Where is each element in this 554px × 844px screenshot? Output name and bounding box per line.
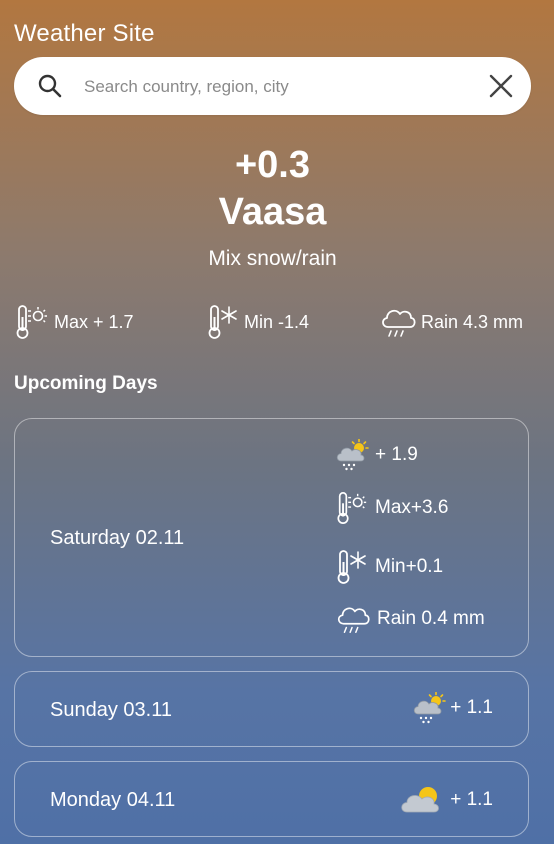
search-icon: [38, 74, 62, 98]
snow-sun-cloud-icon: [336, 439, 369, 471]
rain-cloud-icon: [337, 607, 370, 634]
max-temp-stat: Max + 1.7: [14, 302, 134, 342]
day-min-value: Min+0.1: [375, 556, 444, 577]
app-root: Weather Site +0.3 Vaasa Mix snow/rain: [14, 0, 531, 844]
day-max: Max+3.6: [335, 489, 448, 527]
upcoming-days-title: Upcoming Days: [14, 373, 158, 394]
rain-stat: Rain 4.3 mm: [379, 302, 523, 342]
weather-description: Mix snow/rain: [208, 247, 337, 270]
day-rain: Rain 0.4 mm: [335, 600, 485, 638]
current-weather: +0.3 Vaasa Mix snow/rain: [14, 142, 531, 272]
search-bar[interactable]: [14, 57, 531, 115]
thermometer-snow-icon: [337, 550, 366, 584]
day-min: Min+0.1: [335, 548, 443, 586]
current-stats: Max + 1.7 Min -1.4 Rain 4.3 mm: [14, 302, 531, 342]
current-temperature: +0.3: [234, 144, 311, 186]
close-icon[interactable]: [489, 74, 513, 98]
day-max-value: Max+3.6: [375, 497, 449, 518]
thermometer-snow-icon: [208, 305, 237, 339]
min-temp-stat: Min -1.4: [206, 302, 309, 342]
day-card-monday[interactable]: Monday 04.11 + 1.1: [14, 761, 529, 837]
day-summary: + 1.1: [412, 692, 493, 724]
day-card-sunday[interactable]: Sunday 03.11 + 1.1: [14, 671, 529, 747]
day-label: Saturday 02.11: [50, 527, 185, 549]
max-temp-label: Max + 1.7: [54, 311, 134, 332]
search-input[interactable]: [82, 69, 476, 105]
day-temp-value: + 1.9: [375, 444, 418, 465]
day-temp-value: + 1.1: [450, 697, 493, 718]
day-label: Sunday 03.11: [50, 699, 172, 721]
thermometer-sun-icon: [16, 305, 47, 339]
day-card-saturday[interactable]: Saturday 02.11 + 1.9 Max+3.6 Min+0.1 Rai…: [14, 418, 529, 657]
day-temp-value: + 1.1: [450, 789, 493, 810]
day-rain-value: Rain 0.4 mm: [377, 608, 485, 629]
thermometer-sun-icon: [337, 492, 367, 524]
min-temp-label: Min -1.4: [244, 311, 310, 332]
partly-cloudy-icon: [401, 787, 440, 813]
day-label: Monday 04.11: [50, 789, 176, 811]
day-temp: + 1.9: [335, 439, 418, 471]
rain-label: Rain 4.3 mm: [421, 311, 524, 332]
city-name: Vaasa: [218, 191, 327, 233]
day-summary: + 1.1: [398, 784, 493, 816]
rain-cloud-icon: [382, 309, 416, 337]
site-title: Weather Site: [14, 20, 155, 47]
snow-sun-cloud-icon: [414, 692, 447, 724]
